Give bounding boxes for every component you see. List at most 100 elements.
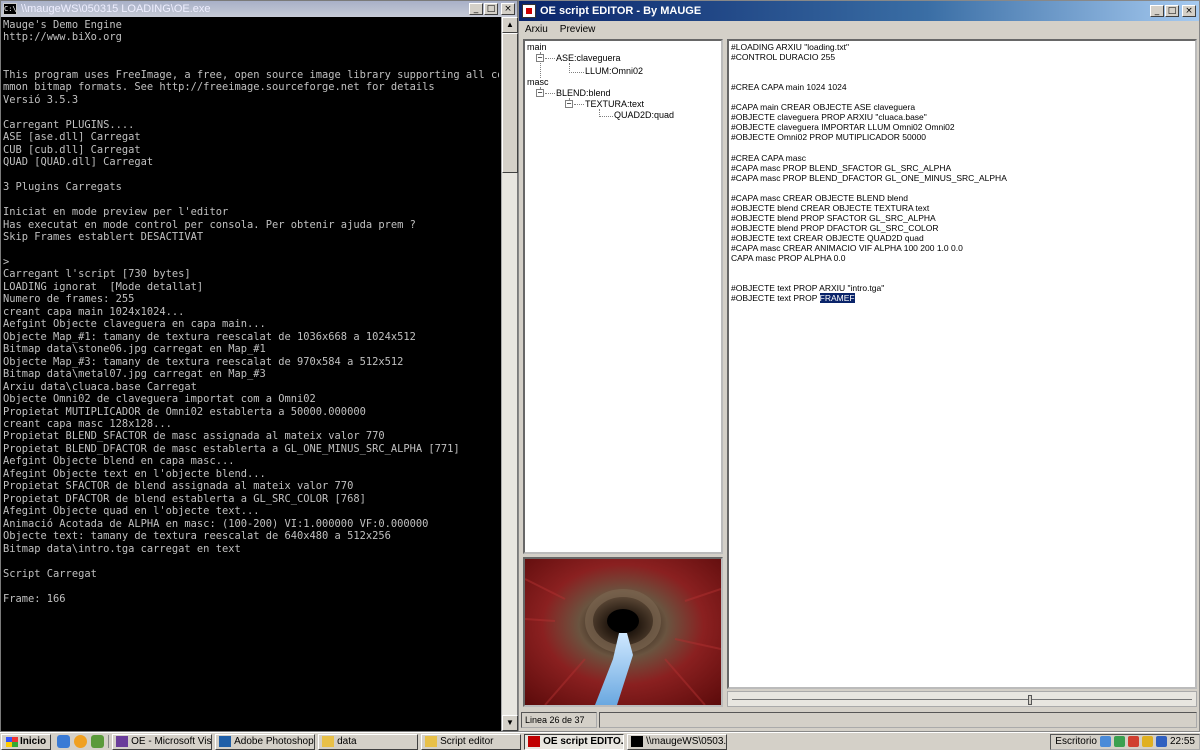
console-line: Propietat MUTIPLICADOR de Omni02 estable… [3, 405, 366, 418]
cmd-icon [631, 736, 644, 747]
minimize-button[interactable]: _ [469, 3, 483, 15]
selected-text: FRAMEF [819, 293, 855, 304]
close-button[interactable]: × [501, 3, 515, 15]
app-launch-icon[interactable] [91, 735, 105, 748]
code-line: #OBJECTE blend CREAR OBJECTE TEXTURA tex… [731, 202, 930, 213]
scroll-thumb[interactable] [502, 33, 518, 173]
app-icon [528, 736, 541, 747]
console-line: Versió 3.5.3 [3, 93, 79, 106]
code-line: #OBJECTE blend PROP DFACTOR GL_SRC_COLOR [731, 222, 939, 233]
taskbar-button[interactable]: OE script EDITO... [524, 733, 625, 750]
console-line: Bitmap data\metal07.jpg carregat en Map_… [3, 368, 266, 381]
code-line: #OBJECTE claveguera IMPORTAR LLUM Omni02… [731, 122, 955, 133]
taskbar-button-label: \\maugeWS\0503... [646, 736, 728, 747]
console-line: Objecte Map_#3: tamany de textura reesca… [3, 355, 404, 368]
tree-node-textura[interactable]: TEXTURA:text [585, 99, 644, 109]
console-line: Bitmap data\stone06.jpg carregat en Map_… [3, 343, 266, 356]
status-panel-empty [599, 712, 1197, 728]
editor-window[interactable]: OE script EDITOR - By MAUGE _ □ × Arxiu … [518, 0, 1200, 732]
volume-icon[interactable] [1155, 736, 1167, 747]
maximize-button[interactable]: □ [1165, 5, 1179, 17]
close-button[interactable]: × [1182, 5, 1196, 17]
console-line: Propietat BLEND_SFACTOR de masc assignad… [3, 430, 385, 443]
tray-app-icon[interactable] [1113, 736, 1125, 747]
console-title: \\maugeWS\050315 LOADING\OE.exe [21, 3, 211, 15]
console-line: Carregant l'script [730 bytes] [3, 268, 191, 281]
console-titlebar[interactable]: C:\ \\maugeWS\050315 LOADING\OE.exe _ □ … [1, 1, 517, 17]
tree-node-ase[interactable]: ASE:claveguera [556, 53, 621, 63]
collapse-icon[interactable]: − [536, 89, 544, 97]
console-line: Propietat SFACTOR de blend assignada al … [3, 480, 354, 493]
taskbar-button-label: Adobe Photoshop [234, 736, 314, 747]
code-line: #CAPA masc PROP BLEND_SFACTOR GL_SRC_ALP… [731, 162, 952, 173]
menu-arxiu[interactable]: Arxiu [519, 24, 554, 35]
console-scrollbar[interactable]: ▲ ▼ [501, 17, 518, 731]
scroll-down-arrow-icon[interactable]: ▼ [502, 715, 518, 731]
browser-icon[interactable] [74, 735, 88, 748]
photoshop-icon [219, 736, 232, 747]
console-line: Carregant PLUGINS.... [3, 118, 135, 131]
code-line: #CREA CAPA masc [731, 152, 806, 163]
taskbar-button-label: OE script EDITO... [543, 736, 625, 747]
network-icon[interactable] [1099, 736, 1111, 747]
taskbar-button[interactable]: Adobe Photoshop [215, 733, 316, 750]
tree-node-quad[interactable]: QUAD2D:quad [614, 110, 674, 120]
escritorio-label[interactable]: Escritorio [1055, 736, 1097, 747]
console-line: mmon bitmap formats. See http://freeimag… [3, 81, 435, 94]
console-line: Bitmap data\intro.tga carregat en text [3, 542, 241, 555]
console-line: creant capa main 1024x1024... [3, 305, 185, 318]
code-line: #CAPA masc PROP BLEND_DFACTOR GL_ONE_MIN… [731, 172, 1007, 183]
collapse-icon[interactable]: − [536, 54, 544, 62]
taskbar-button[interactable]: \\maugeWS\0503... [627, 733, 728, 750]
antivirus-icon[interactable] [1127, 736, 1139, 747]
tree-node-llum[interactable]: LLUM:Omni02 [585, 66, 643, 76]
code-line: #CAPA masc CREAR OBJECTE BLEND blend [731, 192, 908, 203]
tray-app-icon[interactable] [1141, 736, 1153, 747]
tree-node-masc[interactable]: masc [527, 77, 549, 87]
start-label: Inicio [20, 736, 47, 747]
console-line: > [3, 255, 10, 268]
scroll-up-arrow-icon[interactable]: ▲ [502, 17, 518, 33]
console-line: Script Carregat [3, 567, 97, 580]
scroll-thumb[interactable] [1028, 695, 1032, 705]
console-output: Mauge's Demo Engine http://www.biXo.org Th… [1, 17, 501, 731]
collapse-icon[interactable]: − [565, 100, 573, 108]
menu-preview[interactable]: Preview [554, 24, 602, 35]
console-line: Afegint Objecte text en l'objecte blend.… [3, 467, 266, 480]
quick-launch [57, 735, 110, 748]
line-status: Linea 26 de 37 [521, 712, 597, 728]
console-line: Aefgint Objecte claveguera en capa main.… [3, 318, 266, 331]
taskbar-button[interactable]: OE - Microsoft Visu... [112, 733, 213, 750]
console-line: Aefgint Objecte blend en capa masc... [3, 455, 235, 468]
code-line: #OBJECTE blend PROP SFACTOR GL_SRC_ALPHA [731, 212, 936, 223]
console-line: Objecte text: tamany de textura reescala… [3, 530, 391, 543]
taskbar-button-label: data [337, 736, 357, 747]
object-tree[interactable]: main − ASE:claveguera LLUM:Omni02 masc −… [523, 39, 723, 554]
console-line: Objecte Omni02 de claveguera importat co… [3, 393, 316, 406]
console-window[interactable]: C:\ \\maugeWS\050315 LOADING\OE.exe _ □ … [0, 0, 518, 732]
tree-node-main[interactable]: main [527, 42, 547, 52]
console-line: QUAD [QUAD.dll] Carregat [3, 156, 154, 169]
console-line: This program uses FreeImage, a free, ope… [3, 68, 499, 81]
taskbar-button[interactable]: data [318, 733, 419, 750]
start-button[interactable]: Inicio [1, 733, 52, 750]
console-line: Afegint Objecte quad en l'objecte text..… [3, 505, 260, 518]
horizontal-scrollbar[interactable] [727, 691, 1197, 707]
folder-icon [322, 736, 335, 747]
console-line: Arxiu data\cluaca.base Carregat [3, 380, 197, 393]
system-tray: Escritorio 22:55 [1050, 733, 1200, 750]
console-line: ASE [ase.dll] Carregat [3, 131, 141, 144]
editor-titlebar[interactable]: OE script EDITOR - By MAUGE _ □ × [519, 1, 1199, 21]
taskbar-button[interactable]: Script editor [421, 733, 522, 750]
console-line: CUB [cub.dll] Carregat [3, 143, 141, 156]
maximize-button[interactable]: □ [484, 3, 498, 15]
script-editor[interactable]: #LOADING ARXIU "loading.txt" #CONTROL DUR… [727, 39, 1197, 689]
minimize-button[interactable]: _ [1150, 5, 1164, 17]
cmd-icon: C:\ [3, 3, 17, 15]
tree-node-blend[interactable]: BLEND:blend [556, 88, 611, 98]
console-line: Skip Frames establert DESACTIVAT [3, 230, 204, 243]
desktop-icon[interactable] [57, 735, 71, 748]
